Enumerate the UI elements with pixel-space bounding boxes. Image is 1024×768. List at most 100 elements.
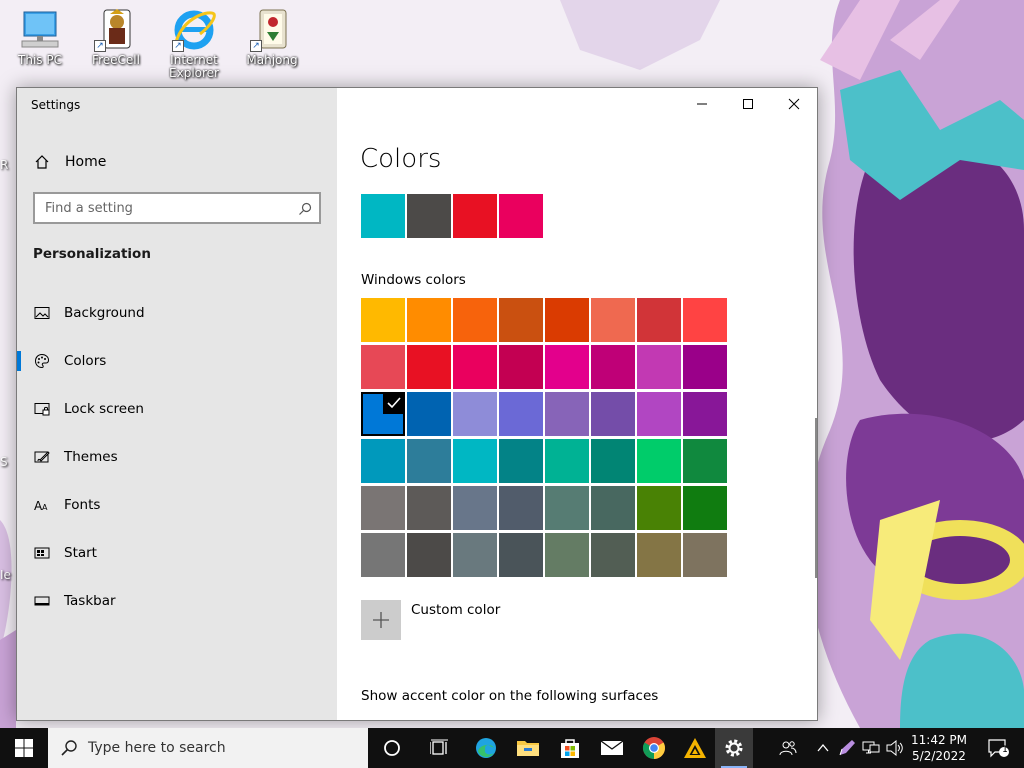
minimize-icon xyxy=(697,103,707,105)
settings-taskbar-button[interactable] xyxy=(715,728,753,768)
app-button[interactable] xyxy=(675,728,715,768)
color-swatch[interactable] xyxy=(591,345,635,389)
desktop-icon-this-pc[interactable]: This PC xyxy=(2,6,78,67)
color-swatch[interactable] xyxy=(545,345,589,389)
custom-color-button[interactable]: Custom color xyxy=(361,600,561,640)
close-button[interactable] xyxy=(771,88,817,120)
color-swatch[interactable] xyxy=(591,533,635,577)
color-swatch[interactable] xyxy=(407,486,451,530)
start-button[interactable] xyxy=(0,728,48,768)
recent-color-swatch[interactable] xyxy=(361,194,405,238)
store-button[interactable] xyxy=(549,728,591,768)
color-swatch[interactable] xyxy=(545,298,589,342)
color-swatch[interactable] xyxy=(407,298,451,342)
clock[interactable]: 11:42 PM 5/2/2022 xyxy=(907,732,971,764)
sidebar-item-colors[interactable]: Colors xyxy=(17,341,337,381)
color-swatch[interactable] xyxy=(361,298,405,342)
color-swatch[interactable] xyxy=(591,392,635,436)
freecell-icon: ↗ xyxy=(92,6,140,54)
color-swatch[interactable] xyxy=(361,345,405,389)
color-swatch[interactable] xyxy=(591,298,635,342)
color-swatch[interactable] xyxy=(499,486,543,530)
color-swatch[interactable] xyxy=(407,533,451,577)
color-swatch[interactable] xyxy=(591,486,635,530)
desktop-icon-freecell[interactable]: ↗ FreeCell xyxy=(78,6,154,67)
recent-color-swatch[interactable] xyxy=(499,194,543,238)
color-swatch[interactable] xyxy=(453,439,497,483)
action-center-button[interactable]: 1 xyxy=(980,728,1016,768)
sidebar-item-themes[interactable]: Themes xyxy=(17,437,337,477)
people-icon xyxy=(779,741,797,756)
minimize-button[interactable] xyxy=(679,88,725,120)
color-swatch[interactable] xyxy=(591,439,635,483)
show-hidden-icons-button[interactable] xyxy=(812,728,834,768)
recent-color-swatch[interactable] xyxy=(453,194,497,238)
color-swatch[interactable] xyxy=(683,392,727,436)
desktop-icon-label: This PC xyxy=(18,53,62,67)
edge-button[interactable] xyxy=(465,728,507,768)
color-swatch[interactable] xyxy=(637,486,681,530)
color-swatch[interactable] xyxy=(453,298,497,342)
volume-button[interactable] xyxy=(884,728,906,768)
color-swatch[interactable] xyxy=(683,533,727,577)
file-explorer-button[interactable] xyxy=(507,728,549,768)
chevron-up-icon xyxy=(817,743,829,752)
network-button[interactable] xyxy=(860,728,882,768)
settings-window: Settings Home Personalization Background xyxy=(16,87,818,721)
color-swatch[interactable] xyxy=(453,392,497,436)
color-swatch[interactable] xyxy=(453,533,497,577)
color-swatch[interactable] xyxy=(545,439,589,483)
color-swatch[interactable] xyxy=(361,533,405,577)
color-swatch[interactable] xyxy=(407,439,451,483)
color-swatch[interactable] xyxy=(545,533,589,577)
color-swatch[interactable] xyxy=(361,392,405,436)
nav-home[interactable]: Home xyxy=(17,146,337,178)
color-swatch[interactable] xyxy=(683,345,727,389)
recent-color-swatch[interactable] xyxy=(407,194,451,238)
nav-home-label: Home xyxy=(65,154,107,170)
window-title: Settings xyxy=(31,98,81,112)
color-swatch[interactable] xyxy=(683,298,727,342)
color-swatch[interactable] xyxy=(683,439,727,483)
color-swatch[interactable] xyxy=(637,439,681,483)
search-icon[interactable] xyxy=(298,201,312,220)
color-swatch[interactable] xyxy=(453,486,497,530)
sidebar-item-label: Fonts xyxy=(64,497,101,513)
color-swatch[interactable] xyxy=(499,392,543,436)
color-swatch[interactable] xyxy=(361,486,405,530)
chrome-button[interactable] xyxy=(633,728,675,768)
desktop-icon-mahjong[interactable]: ↗ Mahjong xyxy=(234,6,310,67)
mahjong-icon: ↗ xyxy=(248,6,296,54)
color-swatch[interactable] xyxy=(637,298,681,342)
color-swatch[interactable] xyxy=(499,298,543,342)
color-swatch[interactable] xyxy=(683,486,727,530)
color-swatch[interactable] xyxy=(361,439,405,483)
people-button[interactable] xyxy=(774,728,802,768)
scrollbar[interactable] xyxy=(815,418,817,578)
cortana-button[interactable] xyxy=(372,728,412,768)
color-swatch[interactable] xyxy=(637,533,681,577)
sidebar-item-taskbar[interactable]: Taskbar xyxy=(17,581,337,621)
search-input[interactable] xyxy=(45,200,285,216)
color-swatch[interactable] xyxy=(499,439,543,483)
desktop-icon-internet-explorer[interactable]: ↗ Internet Explorer xyxy=(156,6,232,80)
color-swatch[interactable] xyxy=(453,345,497,389)
color-swatch[interactable] xyxy=(407,345,451,389)
sidebar-item-fonts[interactable]: AA Fonts xyxy=(17,485,337,525)
color-swatch[interactable] xyxy=(407,392,451,436)
task-view-button[interactable] xyxy=(418,728,462,768)
color-swatch[interactable] xyxy=(637,392,681,436)
taskbar-search[interactable]: Type here to search xyxy=(48,728,368,768)
color-swatch[interactable] xyxy=(499,345,543,389)
color-swatch[interactable] xyxy=(499,533,543,577)
mail-button[interactable] xyxy=(591,728,633,768)
sidebar-item-start[interactable]: Start xyxy=(17,533,337,573)
pen-workspace-button[interactable] xyxy=(836,728,858,768)
color-swatch[interactable] xyxy=(545,486,589,530)
color-swatch[interactable] xyxy=(637,345,681,389)
maximize-button[interactable] xyxy=(725,88,771,120)
clock-time: 11:42 PM xyxy=(911,733,967,747)
sidebar-item-background[interactable]: Background xyxy=(17,293,337,333)
color-swatch[interactable] xyxy=(545,392,589,436)
sidebar-item-lock-screen[interactable]: Lock screen xyxy=(17,389,337,429)
